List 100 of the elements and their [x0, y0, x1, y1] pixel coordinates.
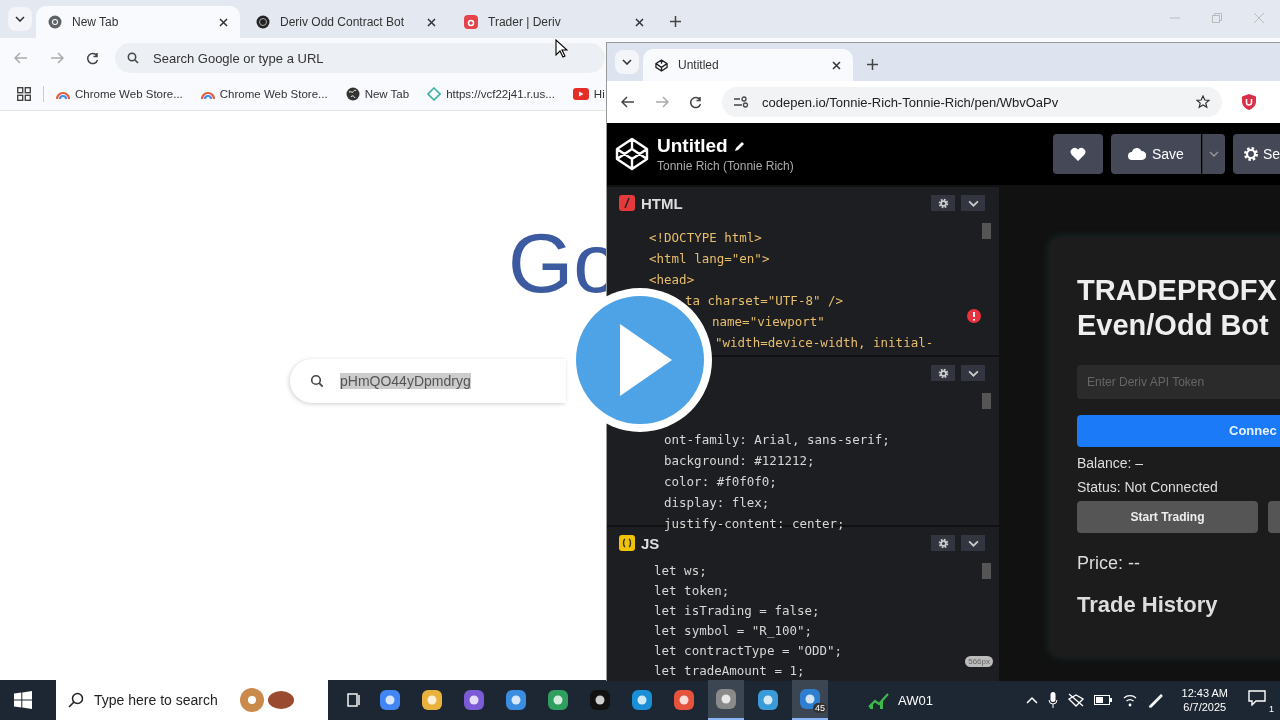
clock-time[interactable]: 12:43 AM — [1181, 685, 1228, 700]
like-button[interactable] — [1052, 134, 1103, 174]
search-icon — [310, 374, 324, 388]
message-icon — [1248, 690, 1266, 706]
code-line: background: #121212; — [664, 452, 815, 470]
code-line: let symbol = "R_100"; — [654, 622, 813, 640]
code-line: justify-content: center; — [664, 515, 845, 533]
site-settings-icon[interactable] — [734, 96, 748, 108]
network-icon[interactable] — [1067, 693, 1084, 707]
save-options-button[interactable] — [1201, 134, 1225, 174]
back-icon[interactable] — [621, 96, 635, 108]
bookmark[interactable]: New Tab — [345, 87, 410, 101]
collapse-button[interactable] — [961, 365, 985, 381]
editor-settings-button[interactable] — [931, 365, 955, 381]
battery-icon[interactable] — [1093, 695, 1112, 705]
reload-icon[interactable] — [689, 95, 702, 109]
bookmark[interactable]: Chrome Web Store... — [56, 88, 183, 100]
microphone-icon[interactable] — [1047, 692, 1058, 708]
taskbar-button[interactable]: 45 — [792, 680, 828, 720]
video-icon — [572, 88, 589, 100]
shield-icon[interactable] — [1242, 94, 1256, 110]
browser-tab[interactable]: New Tab — [36, 6, 240, 38]
balance-text: Balance: – — [1077, 454, 1144, 471]
close-icon[interactable] — [832, 60, 841, 70]
new-tab-icon[interactable] — [867, 59, 878, 70]
author-name[interactable]: Tonnie Rich (Tonnie Rich) — [657, 159, 794, 173]
wifi-icon[interactable] — [1121, 693, 1138, 707]
code-line: <!DOCTYPE html> — [649, 229, 762, 247]
caret-icon — [967, 199, 979, 207]
gear-icon — [937, 367, 949, 379]
close-icon[interactable] — [219, 17, 228, 27]
code-line: let tradeAmount = 1; — [654, 662, 805, 680]
close-icon[interactable] — [427, 17, 436, 27]
scrollbar[interactable] — [982, 223, 991, 239]
pencil-icon[interactable] — [733, 140, 746, 152]
editor-settings-button[interactable] — [931, 535, 955, 551]
app-icon — [505, 689, 527, 711]
scrollbar[interactable] — [982, 563, 991, 579]
chrome-icon — [48, 15, 62, 29]
bookmark[interactable]: https://vcf22j41.r.us... — [427, 87, 555, 101]
code-line: display: flex; — [664, 494, 770, 512]
settings-button[interactable]: Se — [1232, 134, 1280, 174]
token-field[interactable]: Enter Deriv API Token — [1077, 364, 1280, 399]
save-button[interactable]: Save — [1110, 134, 1201, 174]
tab-list-button[interactable] — [615, 50, 639, 74]
caret-icon — [967, 369, 979, 377]
site-icon — [256, 15, 270, 29]
search-field[interactable]: pHmQO44yDpmdryg — [290, 359, 566, 403]
close-icon[interactable] — [635, 17, 644, 27]
editor-settings-button[interactable] — [931, 195, 955, 211]
scrollbar[interactable] — [982, 393, 991, 409]
chevron-up-icon[interactable] — [1025, 696, 1038, 704]
reload-icon[interactable] — [86, 51, 99, 65]
cube-icon — [655, 58, 668, 72]
start-icon[interactable] — [14, 691, 32, 709]
caret-icon — [967, 539, 979, 547]
connect-button[interactable]: Connec — [1077, 414, 1280, 447]
app-icon — [589, 689, 611, 711]
editor-title: HTML — [641, 194, 683, 212]
globe-icon — [345, 87, 360, 101]
code-line: name="viewport" — [712, 313, 825, 331]
app-icon — [715, 688, 737, 710]
star-icon[interactable] — [1196, 95, 1210, 109]
tab-list-button[interactable] — [8, 7, 32, 31]
pen-title[interactable]: Untitled — [657, 135, 728, 157]
app-icon — [421, 689, 443, 711]
site-icon — [464, 15, 478, 29]
start-trading-button[interactable]: Start Trading — [1077, 500, 1258, 533]
apps-icon[interactable] — [17, 87, 31, 101]
code-line: let isTrading = false; — [654, 602, 820, 620]
app-icon — [673, 689, 695, 711]
history-heading: Trade History — [1077, 591, 1218, 618]
search-icon — [68, 692, 84, 708]
code-line: <html lang="en"> — [649, 250, 770, 268]
address-bar[interactable]: codepen.io/Tonnie-Rich-Tonnie-Rich/pen/WbvOaPv — [722, 87, 1222, 117]
browser-tab[interactable]: Untitled — [643, 49, 853, 81]
pen-icon[interactable] — [1147, 692, 1164, 708]
bookmark[interactable]: Hi — [572, 88, 605, 100]
collapse-button[interactable] — [961, 195, 985, 211]
address-bar[interactable]: Search Google or type a URL — [115, 43, 605, 73]
task-view-icon[interactable] — [346, 692, 362, 708]
size-badge: 566px — [965, 656, 993, 667]
notification-button[interactable]: 1 — [1248, 690, 1272, 710]
caret-icon — [1208, 151, 1219, 157]
clock-date[interactable]: 6/7/2025 — [1183, 700, 1227, 715]
code-line: color: #f0f0f0; — [664, 473, 777, 491]
cloud-icon — [1127, 148, 1146, 160]
browser-tab[interactable]: Deriv Odd Contract Bot — [244, 6, 448, 38]
code-line: let ws; — [654, 562, 707, 580]
collapse-button[interactable] — [961, 535, 985, 551]
app-icon — [379, 689, 401, 711]
bookmark[interactable]: Chrome Web Store... — [200, 88, 328, 100]
new-tab-icon[interactable] — [670, 16, 681, 27]
search-icon — [127, 52, 139, 64]
code-line: "width=device-width, initial- — [715, 334, 934, 352]
stock-widget[interactable]: AW01 — [868, 691, 933, 709]
editor-title: JS — [641, 534, 660, 552]
taskbar-button[interactable] — [708, 680, 744, 720]
browser-tab[interactable]: Trader | Deriv — [452, 6, 656, 38]
taskbar-search[interactable]: Type here to search — [56, 680, 328, 720]
